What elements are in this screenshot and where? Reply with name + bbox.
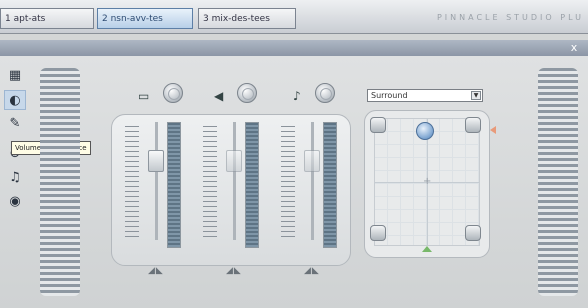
- music-icon[interactable]: ♫: [4, 168, 26, 188]
- voiceover-icon[interactable]: ✎: [4, 114, 26, 134]
- chevron-down-icon[interactable]: ▼: [471, 91, 481, 100]
- front-arrow-icon: [490, 126, 496, 134]
- video-toolbox-icon[interactable]: ▦: [4, 66, 26, 86]
- left-speaker-grille: [40, 68, 80, 296]
- original-audio-icon: ▭: [138, 89, 150, 103]
- volume-scale: [125, 122, 139, 240]
- surround-position-handle[interactable]: [416, 122, 434, 140]
- volume-scale: [203, 122, 217, 240]
- toolbox-toolbar: ▦ ◐ ✎ ⊛ ♫ ◉: [4, 60, 30, 220]
- sound-effects-volume-fader[interactable]: [226, 150, 242, 172]
- front-right-speaker-icon: [465, 117, 481, 133]
- tab-import[interactable]: 1 apt-ats: [0, 8, 94, 29]
- volume-fader-track: [233, 122, 236, 240]
- audio-toolbox-icon[interactable]: ◐: [4, 90, 26, 110]
- fade-buttons[interactable]: ◢◣: [226, 266, 242, 276]
- original-audio-balance-knob[interactable]: [163, 83, 183, 103]
- surround-mode-select[interactable]: Surround ▼: [367, 89, 483, 102]
- original-audio-level-meter: [167, 122, 181, 248]
- volume-mixer: [111, 114, 351, 266]
- music-level-meter: [323, 122, 337, 248]
- center-crosshair-icon: +: [423, 176, 432, 187]
- rear-right-speaker-icon: [465, 225, 481, 241]
- smartsound-icon[interactable]: ◉: [4, 192, 26, 212]
- volume-fader-track: [155, 122, 158, 240]
- front-left-speaker-icon: [370, 117, 386, 133]
- fade-buttons[interactable]: ◢◣: [148, 266, 164, 276]
- music-microphone-icon: ♪: [293, 89, 301, 103]
- right-speaker-grille: [538, 68, 578, 296]
- sound-effects-icon: ◀: [214, 89, 224, 103]
- music-volume-fader[interactable]: [304, 150, 320, 172]
- rear-left-speaker-icon: [370, 225, 386, 241]
- music-balance-knob[interactable]: [315, 83, 335, 103]
- original-audio-volume-fader[interactable]: [148, 150, 164, 172]
- sound-effects-balance-knob[interactable]: [237, 83, 257, 103]
- rear-arrow-icon: [422, 246, 432, 252]
- sound-effects-level-meter: [245, 122, 259, 248]
- fade-buttons[interactable]: ◢◣: [304, 266, 320, 276]
- volume-fader-track: [311, 122, 314, 240]
- app-brand: PINNACLE STUDIO PLU: [436, 13, 584, 22]
- window-title-bar: [0, 40, 588, 56]
- volume-scale: [281, 122, 295, 240]
- close-icon[interactable]: x: [567, 40, 581, 56]
- tab-edit[interactable]: 2 nsn-avv-tes: [97, 8, 193, 29]
- tab-make-movie[interactable]: 3 mix-des-tees: [198, 8, 296, 29]
